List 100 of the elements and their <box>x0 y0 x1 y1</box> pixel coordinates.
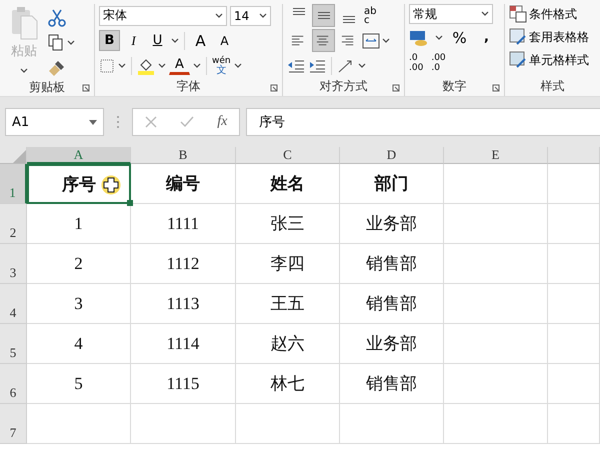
clipboard-icon <box>10 6 38 40</box>
dropdown-icon[interactable] <box>89 120 97 124</box>
caret-icon[interactable] <box>158 62 166 68</box>
decrease-indent-icon[interactable] <box>287 58 305 74</box>
insert-function-button[interactable]: fx <box>217 114 228 130</box>
table-cell: 1111 <box>131 204 236 244</box>
table-cell: 1113 <box>131 284 236 324</box>
phonetic-guide-button[interactable]: wén 文 <box>212 56 231 74</box>
caret-icon[interactable] <box>234 62 242 68</box>
format-painter-icon[interactable] <box>48 58 66 76</box>
align-lines-icon <box>342 16 354 23</box>
table-cell: 业务部 <box>340 204 444 244</box>
column-header[interactable]: E <box>444 147 548 164</box>
table-cell: 3 <box>27 284 131 324</box>
dialog-launcher-icon[interactable] <box>392 84 400 92</box>
caret-icon[interactable] <box>171 38 179 44</box>
column-title: 姓名 <box>236 164 340 204</box>
align-middle-button[interactable] <box>312 4 335 27</box>
scissors-icon[interactable] <box>48 8 66 26</box>
table-cell: 销售部 <box>340 364 444 404</box>
group-label: 字体 <box>176 78 200 95</box>
column-header[interactable]: C <box>236 147 340 164</box>
style-icon <box>509 28 527 46</box>
conditional-format-button[interactable]: 条件格式 <box>509 4 600 24</box>
comma-button[interactable]: , <box>476 27 497 48</box>
row-header[interactable]: 3 <box>0 244 27 284</box>
table-cell: 1115 <box>131 364 236 404</box>
table-cell: 4 <box>27 324 131 364</box>
table-cell: 1 <box>27 204 131 244</box>
formula-content[interactable]: 序号 <box>259 113 285 131</box>
dialog-launcher-icon[interactable] <box>492 84 500 92</box>
caret-icon[interactable] <box>20 68 28 74</box>
align-lines-icon <box>292 8 304 15</box>
percent-button[interactable]: % <box>449 27 470 48</box>
number-format-field[interactable]: 常规 <box>409 4 493 24</box>
currency-icon[interactable] <box>409 28 429 46</box>
font-size-field[interactable]: 14 <box>230 6 271 26</box>
align-lines-icon <box>318 12 330 19</box>
font-color-button[interactable]: A <box>169 56 190 74</box>
wrap-text-button[interactable]: ab c <box>364 6 376 24</box>
shrink-font-button[interactable]: A <box>214 30 235 51</box>
table-format-button[interactable]: 套用表格格 <box>509 27 600 47</box>
row-header[interactable]: 7 <box>0 404 27 444</box>
table-cell: 销售部 <box>340 284 444 324</box>
increase-indent-icon[interactable] <box>308 58 326 74</box>
caret-icon[interactable] <box>358 62 366 68</box>
merge-cells-icon[interactable] <box>362 32 380 48</box>
increase-decimal-button[interactable]: .0 .00 <box>409 52 424 72</box>
fill-color-icon[interactable] <box>137 56 155 74</box>
fill-handle-icon <box>127 200 133 206</box>
style-icon <box>509 51 527 69</box>
caret-icon[interactable] <box>435 34 443 40</box>
column-title: 编号 <box>131 164 236 204</box>
table-cell: 1114 <box>131 324 236 364</box>
column-title: 部门 <box>340 164 444 204</box>
column-header[interactable]: A <box>27 147 131 164</box>
name-box[interactable]: A1 <box>5 108 104 136</box>
table-cell: 销售部 <box>340 244 444 284</box>
table-cell: 2 <box>27 244 131 284</box>
caret-icon[interactable] <box>67 40 75 46</box>
group-label: 样式 <box>540 78 564 94</box>
decrease-decimal-button[interactable]: .00 .0 <box>431 52 446 72</box>
column-header[interactable]: D <box>340 147 444 164</box>
table-cell: 张三 <box>236 204 340 244</box>
font-name-field[interactable]: 宋体 <box>99 6 227 26</box>
column-header[interactable]: B <box>131 147 236 164</box>
table-cell: 王五 <box>236 284 340 324</box>
group-label: 剪贴板 <box>29 79 65 96</box>
cell-style-button[interactable]: 单元格样式 <box>509 50 600 70</box>
caret-icon[interactable] <box>215 12 223 18</box>
grip-icon <box>116 115 120 129</box>
group-label: 数字 <box>442 78 466 94</box>
table-cell: 赵六 <box>236 324 340 364</box>
caret-icon[interactable] <box>118 62 126 68</box>
copy-icon[interactable] <box>48 34 64 52</box>
row-header[interactable]: 5 <box>0 324 27 364</box>
table-cell: 林七 <box>236 364 340 404</box>
caret-icon[interactable] <box>481 11 489 17</box>
column-title: 序号 <box>27 164 131 204</box>
caret-icon[interactable] <box>193 62 201 68</box>
row-header[interactable]: 1 <box>0 164 27 204</box>
table-cell: 1112 <box>131 244 236 284</box>
row-header[interactable]: 4 <box>0 284 27 324</box>
grow-font-button[interactable]: A <box>190 30 211 51</box>
align-center-button[interactable] <box>312 29 335 52</box>
caret-icon[interactable] <box>382 38 390 44</box>
border-icon[interactable] <box>99 58 115 74</box>
row-header[interactable]: 2 <box>0 204 27 244</box>
underline-button[interactable]: U <box>147 30 168 51</box>
cursor-icon <box>101 175 121 195</box>
bold-button[interactable]: B <box>99 30 120 51</box>
table-cell: 李四 <box>236 244 340 284</box>
dialog-launcher-icon[interactable] <box>270 84 278 92</box>
italic-button[interactable]: I <box>123 30 144 51</box>
table-cell: 5 <box>27 364 131 404</box>
table-cell: 业务部 <box>340 324 444 364</box>
caret-icon[interactable] <box>259 12 267 18</box>
dialog-launcher-icon[interactable] <box>82 84 90 92</box>
group-label: 对齐方式 <box>320 78 368 95</box>
row-header[interactable]: 6 <box>0 364 27 404</box>
